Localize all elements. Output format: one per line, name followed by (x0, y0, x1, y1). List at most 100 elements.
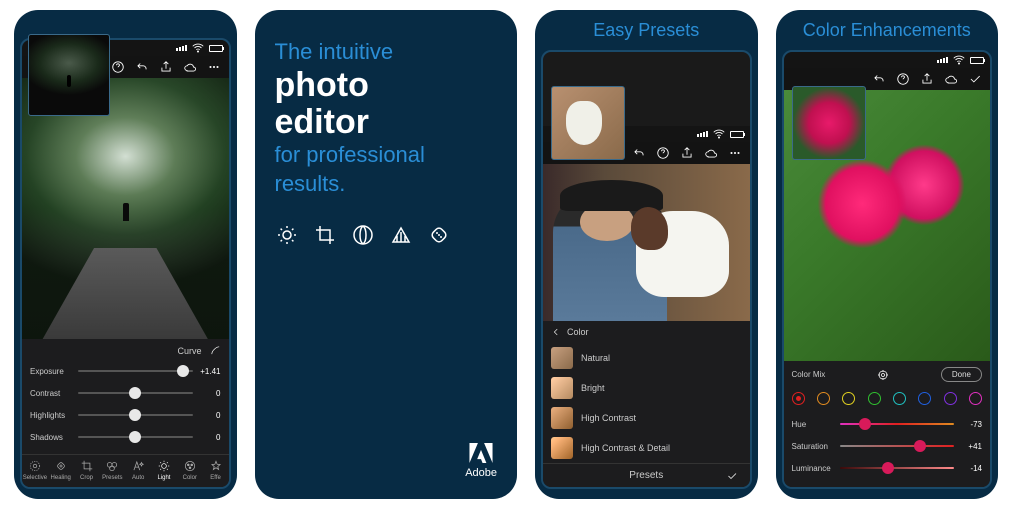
edit-panel: Curve Exposure +1.41 Contrast 0 Highligh… (22, 339, 229, 454)
preset-panel: Color Natural Bright High Contrast High … (543, 321, 750, 487)
battery-icon (209, 45, 223, 52)
color-section-label: Color Mix (792, 370, 826, 379)
tool-selective[interactable]: Selective (22, 459, 48, 481)
slider-contrast[interactable]: Contrast 0 (30, 382, 221, 404)
slider-value: 0 (199, 433, 221, 442)
cloud-icon[interactable] (183, 60, 197, 74)
more-icon[interactable] (728, 146, 742, 160)
signal-icon (697, 131, 708, 137)
color-swatch-orange[interactable] (817, 392, 830, 405)
preset-footer: Presets (543, 463, 750, 487)
slider-label: Saturation (792, 442, 834, 451)
wifi-icon (712, 127, 726, 141)
undo-icon[interactable] (872, 72, 886, 86)
slider-label: Shadows (30, 433, 72, 442)
slider-hue[interactable]: Hue -73 (792, 413, 983, 435)
slider-saturation[interactable]: Saturation +41 (792, 435, 983, 457)
slider-label: Exposure (30, 367, 72, 376)
brand-label: Adobe (465, 467, 497, 479)
color-circles (792, 388, 983, 413)
slider-value: 0 (199, 411, 221, 420)
color-swatch-aqua[interactable] (893, 392, 906, 405)
tool-crop[interactable]: Crop (74, 459, 100, 481)
tool-light[interactable]: Light (151, 459, 177, 481)
slider-label: Luminance (792, 464, 834, 473)
slider-exposure[interactable]: Exposure +1.41 (30, 360, 221, 382)
screenshot-promo: The intuitive photo editor for professio… (255, 10, 518, 499)
slider-label: Hue (792, 420, 834, 429)
edited-image[interactable] (543, 164, 750, 321)
light-icon (275, 223, 299, 247)
slider-shadows[interactable]: Shadows 0 (30, 426, 221, 448)
preset-item[interactable]: High Contrast & Detail (543, 433, 750, 463)
geometry-icon (389, 223, 413, 247)
tool-color[interactable]: Color (177, 459, 203, 481)
color-swatch-yellow[interactable] (842, 392, 855, 405)
crop-icon (313, 223, 337, 247)
before-thumbnail[interactable] (792, 86, 866, 160)
tool-presets[interactable]: Presets (99, 459, 125, 481)
signal-icon (937, 57, 948, 63)
tool-healing[interactable]: Healing (48, 459, 74, 481)
brand-block: Adobe (465, 443, 497, 479)
before-thumbnail[interactable] (28, 34, 110, 116)
presets-tab-label[interactable]: Presets (629, 470, 663, 481)
color-swatch-red[interactable] (792, 392, 805, 405)
help-icon[interactable] (656, 146, 670, 160)
color-swatch-purple[interactable] (944, 392, 957, 405)
wifi-icon (191, 41, 205, 55)
card-title: Color Enhancements (776, 10, 999, 50)
done-button[interactable]: Done (941, 367, 982, 382)
help-icon[interactable] (896, 72, 910, 86)
preset-item[interactable]: Bright (543, 373, 750, 403)
battery-icon (970, 57, 984, 64)
before-thumbnail[interactable] (551, 86, 625, 160)
tool-auto[interactable]: Auto (125, 459, 151, 481)
slider-luminance[interactable]: Luminance -14 (792, 457, 983, 479)
color-swatch-magenta[interactable] (969, 392, 982, 405)
color-panel: Color Mix Done Hue -73 Saturation (784, 361, 991, 487)
slider-value: -14 (960, 464, 982, 473)
adobe-logo-icon (469, 443, 493, 463)
slider-value: 0 (199, 389, 221, 398)
chevron-left-icon (551, 327, 561, 337)
curve-label[interactable]: Curve (177, 346, 201, 356)
tagline: The intuitive photo editor for professio… (275, 38, 498, 199)
cloud-icon[interactable] (944, 72, 958, 86)
healing-icon (427, 223, 451, 247)
card-title: Easy Presets (535, 10, 758, 50)
tool-effects[interactable]: Effe (203, 459, 229, 481)
cloud-icon[interactable] (704, 146, 718, 160)
share-icon[interactable] (920, 72, 934, 86)
preset-group-label: Color (567, 327, 589, 337)
slider-highlights[interactable]: Highlights 0 (30, 404, 221, 426)
phone-screen: Color Mix Done Hue -73 Saturation (782, 50, 993, 489)
help-icon[interactable] (111, 60, 125, 74)
preset-item[interactable]: High Contrast (543, 403, 750, 433)
signal-icon (176, 45, 187, 51)
screenshot-presets: Easy Presets Color Natural Bright (535, 10, 758, 499)
undo-icon[interactable] (632, 146, 646, 160)
edited-image[interactable] (22, 78, 229, 339)
check-icon[interactable] (726, 470, 738, 482)
color-swatch-green[interactable] (868, 392, 881, 405)
slider-value: +41 (960, 442, 982, 451)
preset-item[interactable]: Natural (543, 343, 750, 373)
slider-value: +1.41 (199, 367, 221, 376)
slider-value: -73 (960, 420, 982, 429)
undo-icon[interactable] (135, 60, 149, 74)
slider-label: Highlights (30, 411, 72, 420)
curve-icon[interactable] (210, 345, 221, 356)
lens-icon (351, 223, 375, 247)
preset-group-header[interactable]: Color (543, 321, 750, 343)
slider-label: Contrast (30, 389, 72, 398)
share-icon[interactable] (159, 60, 173, 74)
wifi-icon (952, 53, 966, 67)
bottom-toolstrip: Selective Healing Crop Presets Auto Ligh… (22, 454, 229, 487)
check-icon[interactable] (968, 72, 982, 86)
more-icon[interactable] (207, 60, 221, 74)
target-icon[interactable] (877, 369, 889, 381)
color-swatch-blue[interactable] (918, 392, 931, 405)
share-icon[interactable] (680, 146, 694, 160)
preset-list: Natural Bright High Contrast High Contra… (543, 343, 750, 463)
